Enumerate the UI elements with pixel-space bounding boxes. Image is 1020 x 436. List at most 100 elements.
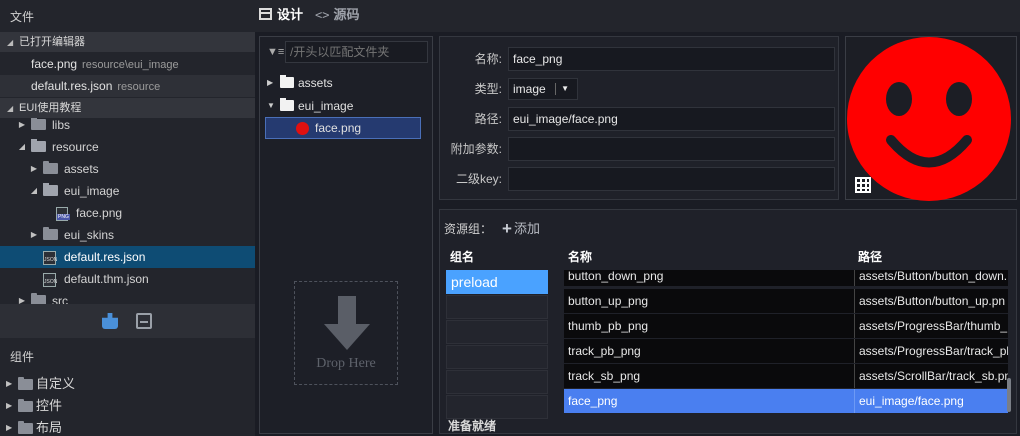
puzzle-icon[interactable] <box>102 313 118 329</box>
file-tree-item-face-png[interactable]: face.png <box>265 117 421 139</box>
folder-icon <box>43 161 58 174</box>
tree-item-resource[interactable]: ◢ resource <box>0 136 255 158</box>
tree-item-eui-skins[interactable]: ▶ eui_skins <box>0 224 255 246</box>
table-row[interactable]: track_sb_png assets/ScrollBar/track_sb.p… <box>564 364 1008 388</box>
tree-item-eui-image[interactable]: ◢ eui_image <box>0 180 255 202</box>
expand-arrow-icon[interactable]: ▶ <box>6 395 12 417</box>
resource-group-panel: 资源组： + 添加 组名 名称 路径 preload button_down_pn… <box>439 209 1017 434</box>
code-icon: <> <box>315 8 330 22</box>
group-list-empty <box>446 345 548 369</box>
component-category-layout[interactable]: ▶ 布局 <box>0 417 255 436</box>
drop-zone[interactable]: Drop Here <box>294 281 398 385</box>
grid-toggle-icon[interactable] <box>855 177 871 193</box>
resource-file-panel: ▼≡ ▶ assets ▼ eui_image face.png Drop He… <box>259 36 433 434</box>
components-panel-title: 组件 <box>10 350 35 364</box>
component-category-custom[interactable]: ▶ 自定义 <box>0 373 255 395</box>
folder-icon <box>280 75 294 88</box>
file-filter-input[interactable] <box>285 41 428 63</box>
filter-icon[interactable]: ▼≡ <box>267 46 284 58</box>
arrow-down-icon <box>324 296 370 352</box>
name-label: 名称: <box>474 52 502 66</box>
editor-tabbar: 设计 <> 源码 <box>255 0 1020 32</box>
resource-name-header: 名称 <box>568 250 593 264</box>
folder-icon <box>18 399 33 412</box>
folder-icon <box>31 118 46 130</box>
folder-icon <box>18 421 33 434</box>
component-category-controls[interactable]: ▶ 控件 <box>0 395 255 417</box>
expand-arrow-icon[interactable]: ▶ <box>267 73 273 93</box>
group-name-header: 组名 <box>450 250 475 264</box>
resource-path-header: 路径 <box>858 250 883 264</box>
expand-arrow-icon[interactable]: ▶ <box>29 224 39 246</box>
collapse-arrow-icon: ◢ <box>7 38 14 47</box>
table-row[interactable]: button_down_png assets/Button/button_dow… <box>564 270 1008 286</box>
expand-arrow-icon[interactable]: ▶ <box>29 158 39 180</box>
server-icon[interactable] <box>136 313 152 329</box>
smiley-face-image <box>847 37 1011 201</box>
tab-source[interactable]: <> 源码 <box>315 0 359 30</box>
type-select[interactable]: image ▼ <box>508 78 578 100</box>
params-label: 附加参数: <box>450 142 502 156</box>
path-label: 路径: <box>474 112 502 126</box>
tree-item-libs[interactable]: ▶ libs <box>0 118 255 136</box>
collapse-arrow-icon: ◢ <box>7 104 14 113</box>
subkey-label: 二级key: <box>455 172 502 186</box>
plus-icon: + <box>502 219 512 238</box>
files-panel-title: 文件 <box>10 10 35 24</box>
tab-design[interactable]: 设计 <box>259 0 303 30</box>
folder-icon <box>31 293 46 304</box>
dropdown-arrow-icon: ▼ <box>561 84 569 93</box>
json-file-icon <box>43 273 57 287</box>
folder-icon <box>18 377 33 390</box>
group-list-empty <box>446 295 548 319</box>
open-editors-header[interactable]: ◢ 已打开编辑器 <box>0 32 255 52</box>
open-editor-item[interactable]: face.png resource\eui_image <box>0 53 255 75</box>
tree-item-default-res-json[interactable]: default.res.json <box>0 246 255 268</box>
add-group-button[interactable]: + 添加 <box>502 218 540 239</box>
png-file-icon <box>56 207 70 221</box>
resource-group-label: 资源组： <box>444 222 493 236</box>
tree-item-src[interactable]: ▶ src <box>0 290 255 304</box>
folder-open-icon <box>43 183 58 196</box>
group-list-empty <box>446 320 548 344</box>
collapse-arrow-icon[interactable]: ▼ <box>267 96 275 116</box>
subkey-field[interactable] <box>508 167 835 191</box>
open-editor-item[interactable]: default.res.json resource <box>0 75 255 97</box>
design-icon <box>259 8 272 20</box>
table-row[interactable]: thumb_pb_png assets/ProgressBar/thumb_ <box>564 314 1008 338</box>
project-header[interactable]: ◢ EUI使用教程 <box>0 98 255 118</box>
resource-properties: 名称: 类型: image ▼ 路径: 附加参数: 二级key: <box>439 36 839 200</box>
type-label: 类型: <box>474 82 502 96</box>
expand-arrow-icon[interactable]: ▶ <box>6 417 12 436</box>
group-list-empty <box>446 370 548 394</box>
params-field[interactable] <box>508 137 835 161</box>
status-text: 准备就绪 <box>448 419 497 433</box>
project-tree: ▶ libs ◢ resource ▶ assets ◢ eui_image f… <box>0 118 255 304</box>
path-field[interactable] <box>508 107 835 131</box>
sidebar-toolbar <box>0 304 255 338</box>
json-file-icon <box>43 251 57 265</box>
table-row[interactable]: track_pb_png assets/ProgressBar/track_pb <box>564 339 1008 363</box>
table-row[interactable]: face_png eui_image/face.png <box>564 389 1008 413</box>
table-row[interactable]: button_up_png assets/Button/button_up.pn <box>564 289 1008 313</box>
image-preview <box>845 36 1017 201</box>
tree-item-face-png[interactable]: face.png <box>0 202 255 224</box>
left-sidebar: 文件 ◢ 已打开编辑器 face.png resource\eui_image de… <box>0 0 255 436</box>
file-tree-item-eui-image[interactable]: ▼ eui_image <box>260 96 432 116</box>
tree-item-default-thm-json[interactable]: default.thm.json <box>0 268 255 290</box>
folder-icon <box>43 227 58 240</box>
table-scrollbar[interactable] <box>1007 378 1011 412</box>
group-list-empty <box>446 395 548 419</box>
expand-arrow-icon[interactable]: ▶ <box>6 373 12 395</box>
collapse-arrow-icon[interactable]: ◢ <box>17 136 27 158</box>
image-thumbnail-icon <box>296 122 309 135</box>
tree-item-assets[interactable]: ▶ assets <box>0 158 255 180</box>
folder-open-icon <box>31 139 46 152</box>
name-field[interactable] <box>508 47 835 71</box>
expand-arrow-icon[interactable]: ▶ <box>17 118 27 136</box>
collapse-arrow-icon[interactable]: ◢ <box>29 180 39 202</box>
group-list-item[interactable]: preload <box>446 270 548 294</box>
folder-open-icon <box>280 98 294 111</box>
expand-arrow-icon[interactable]: ▶ <box>17 290 27 304</box>
file-tree-item-assets[interactable]: ▶ assets <box>260 73 432 93</box>
